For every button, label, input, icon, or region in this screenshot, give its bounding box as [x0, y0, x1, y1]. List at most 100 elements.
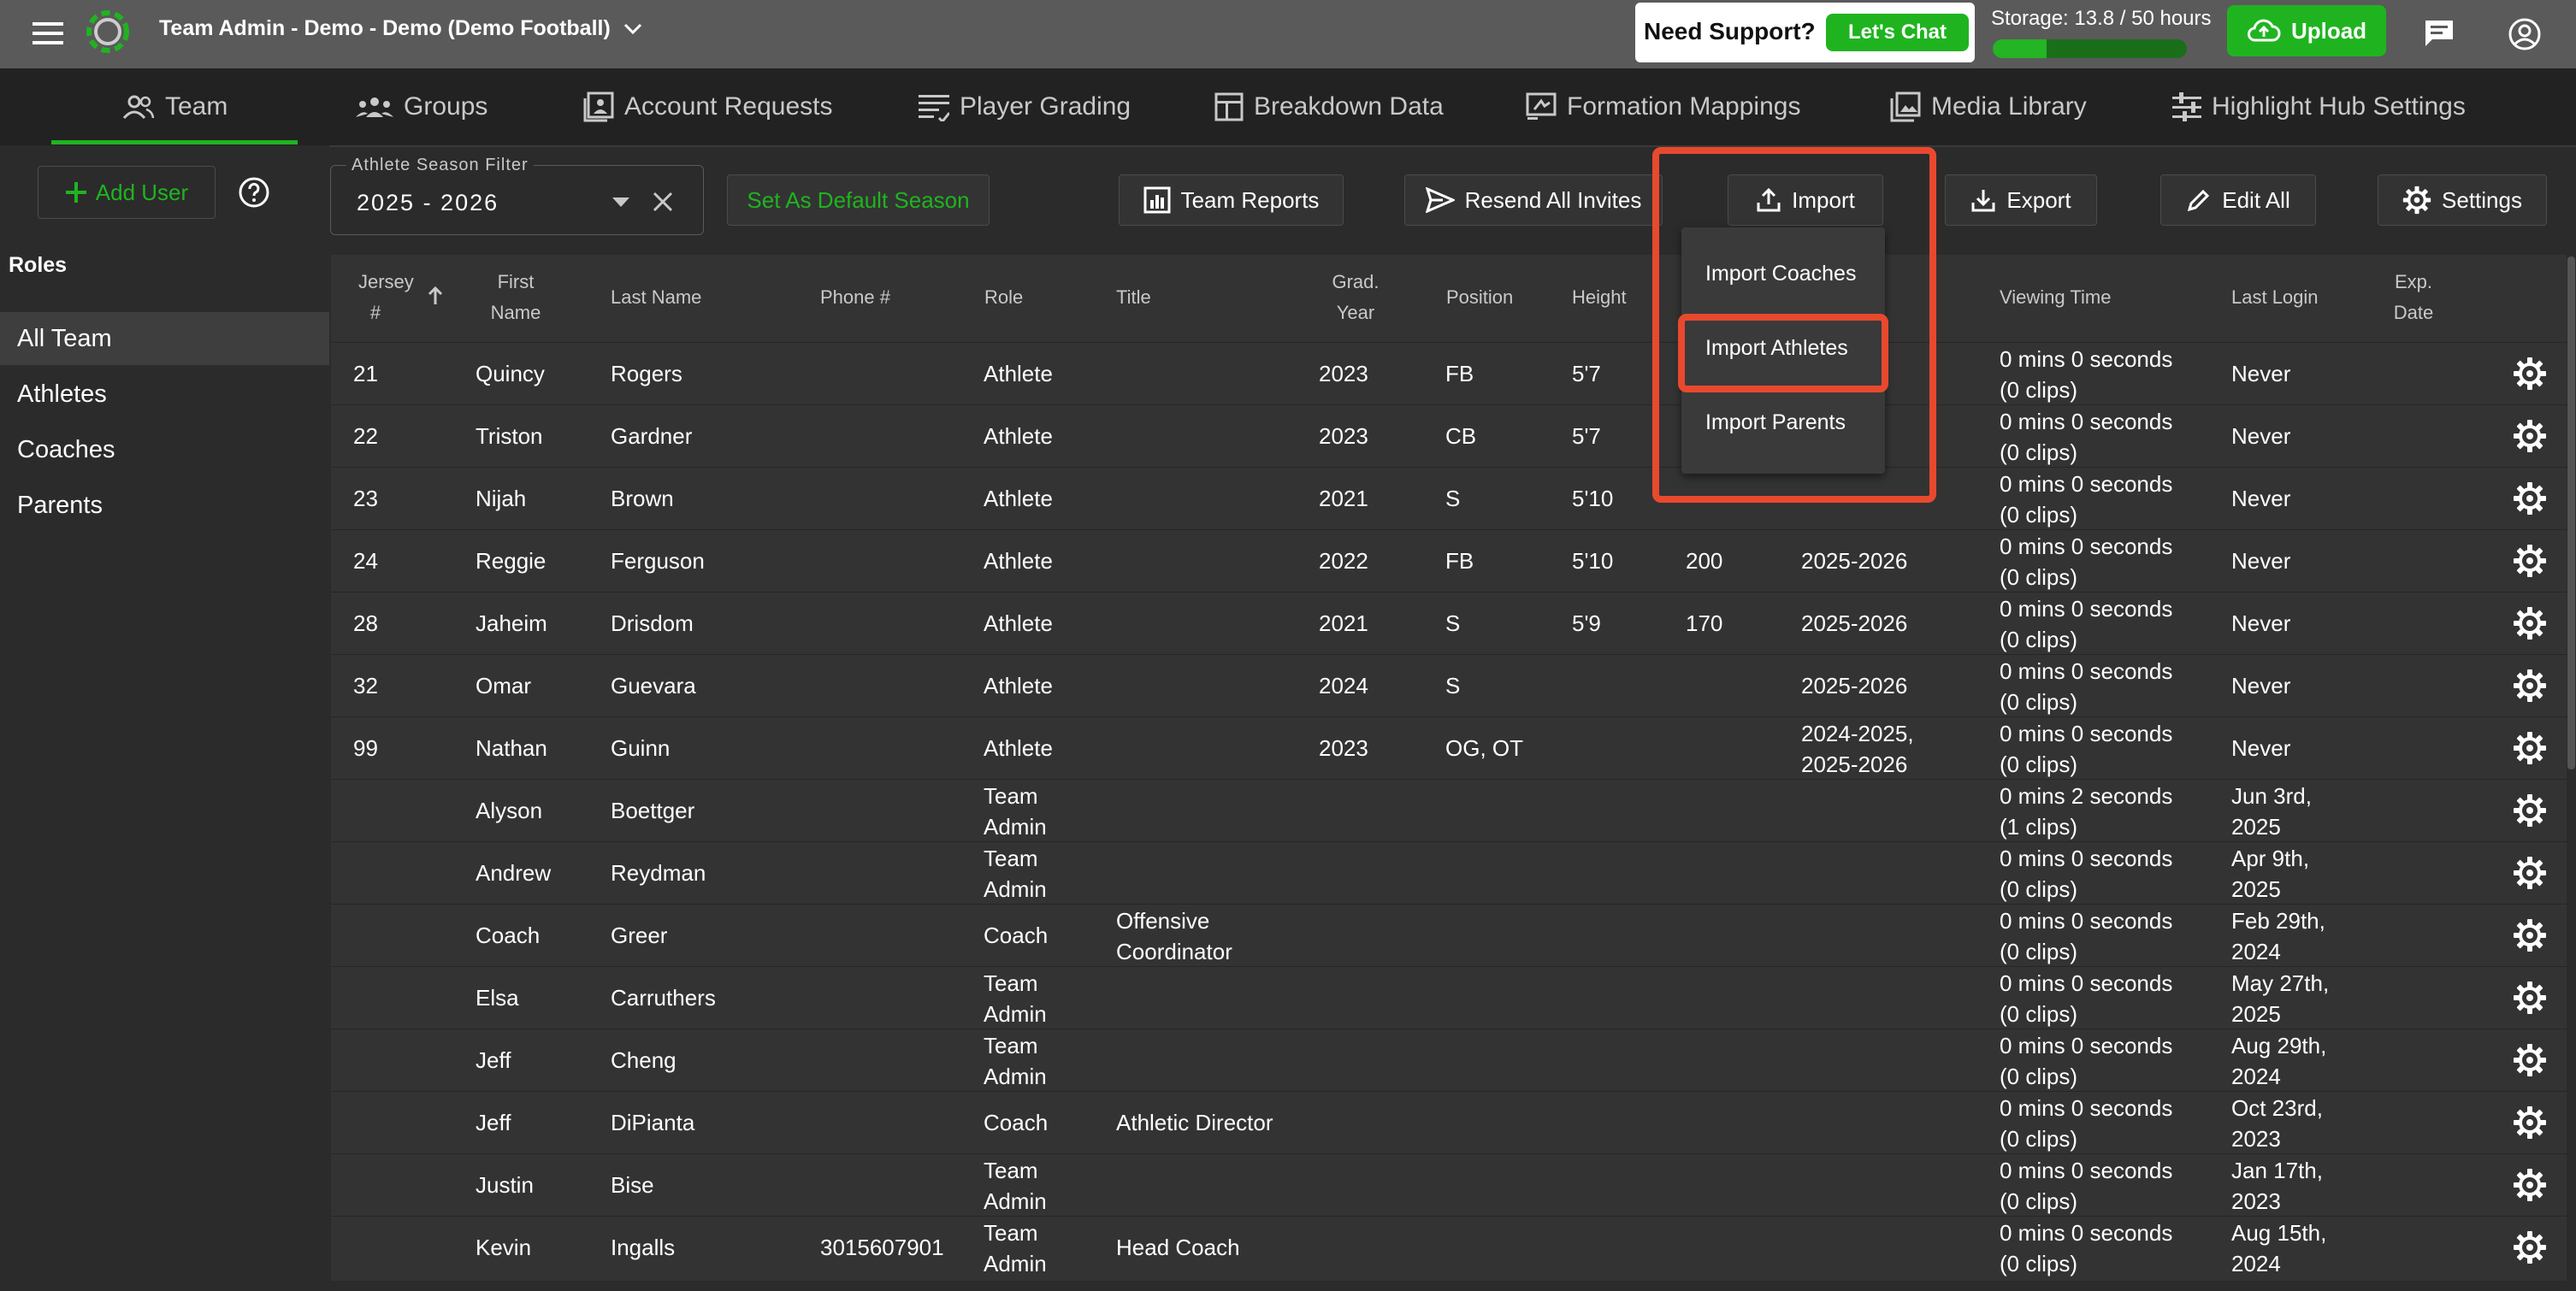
tab-team[interactable]: Team: [122, 68, 227, 145]
table-row[interactable]: 22TristonGardnerAthlete2023CB5'7260 mins…: [331, 404, 2567, 468]
table-row[interactable]: 21QuincyRogersAthlete2023FB5'7260 mins 0…: [331, 342, 2567, 405]
pencil-icon: [2188, 189, 2210, 212]
cell-login: Apr 9th, 2025: [2231, 846, 2310, 902]
cell-last: Guevara: [611, 673, 696, 699]
col-last-login[interactable]: Last Login: [2231, 282, 2319, 313]
row-settings-gear-icon[interactable]: [2513, 544, 2547, 578]
row-settings-gear-icon[interactable]: [2513, 357, 2547, 391]
sidebar-item-parents[interactable]: Parents: [0, 479, 329, 532]
cell-login: Oct 23rd, 2023: [2231, 1095, 2323, 1152]
sidebar-item-coaches[interactable]: Coaches: [0, 423, 329, 476]
table-row[interactable]: Coach Greer Coach Offensive Coordinator 0 min…: [331, 904, 2567, 967]
chat-icon[interactable]: [2424, 19, 2455, 48]
tab-player-grading[interactable]: Player Grading: [919, 68, 1131, 145]
scrollbar-thumb[interactable]: [2567, 256, 2575, 769]
upload-button[interactable]: Upload: [2227, 5, 2386, 56]
tab-breakdown-data[interactable]: Breakdown Data: [1214, 68, 1444, 145]
table-row[interactable]: Kevin Ingalls 3015607901 Team Admin Head Coac…: [331, 1216, 2567, 1279]
row-settings-gear-icon[interactable]: [2513, 419, 2547, 453]
caret-down-icon[interactable]: [612, 197, 630, 209]
cell-login: Never: [2231, 610, 2291, 636]
col-last-name[interactable]: Last Name: [611, 282, 701, 313]
set-default-season-button[interactable]: Set As Default Season: [727, 174, 990, 226]
row-settings-gear-icon[interactable]: [2513, 856, 2547, 890]
tab-account-requests[interactable]: Account Requests: [583, 68, 832, 145]
cell-login: Jun 3rd, 2025: [2231, 783, 2312, 840]
cell-login: Feb 29th, 2024: [2231, 908, 2325, 964]
row-settings-gear-icon[interactable]: [2513, 1105, 2547, 1140]
table-row[interactable]: Jeff Cheng Team Admin 0 mins 0 seconds (0 cli…: [331, 1029, 2567, 1092]
table-row[interactable]: 32 Omar Guevara Athlete 2024 S 2025-2026 0 mins…: [331, 654, 2567, 717]
cell-last: Ferguson: [611, 548, 705, 574]
lets-chat-button[interactable]: Let's Chat: [1826, 14, 1969, 51]
cell-view: 0 mins 0 seconds (0 clips): [2000, 846, 2173, 902]
col-phone[interactable]: Phone #: [820, 282, 890, 313]
table-row[interactable]: 99 Nathan Guinn Athlete 2023 OG, OT 2024-2025,…: [331, 716, 2567, 780]
col-viewing-time[interactable]: Viewing Time: [2000, 282, 2111, 313]
row-settings-gear-icon[interactable]: [2513, 669, 2547, 703]
storage-label: Storage: 13.8 / 50 hours: [1991, 7, 2212, 30]
sort-ascending-icon[interactable]: [427, 286, 444, 306]
team-reports-button[interactable]: Team Reports: [1119, 174, 1344, 226]
col-position[interactable]: Position: [1446, 282, 1513, 313]
tab-highlight-hub-settings[interactable]: Highlight Hub Settings: [2172, 68, 2466, 145]
tab-groups[interactable]: Groups: [356, 68, 487, 145]
table-row[interactable]: 24 Reggie Ferguson Athlete 2022 FB 5'10 200 2025…: [331, 529, 2567, 592]
cell-position: S: [1445, 610, 1461, 636]
cell-first: Jeff: [476, 1047, 511, 1073]
row-settings-gear-icon[interactable]: [2513, 606, 2547, 640]
row-settings-gear-icon[interactable]: [2513, 1230, 2547, 1264]
cell-view: 0 mins 0 seconds (0 clips): [2000, 1158, 2173, 1214]
cell-view: 0 mins 0 seconds (0 clips): [2000, 721, 2173, 777]
table-row[interactable]: 28 Jaheim Drisdom Athlete 2021 S 5'9 170 2025-20…: [331, 592, 2567, 655]
col-grad-year[interactable]: Grad. Year: [1330, 267, 1381, 328]
col-role[interactable]: Role: [984, 282, 1023, 313]
table-row[interactable]: Elsa Carruthers Team Admin 0 mins 0 seconds(…: [331, 966, 2567, 1029]
cell-role: Athlete: [984, 673, 1053, 699]
row-settings-gear-icon[interactable]: [2513, 481, 2547, 516]
cell-view: 0 mins 0 seconds (0 clips): [2000, 346, 2173, 403]
row-settings-gear-icon[interactable]: [2513, 918, 2547, 952]
cell-first: Kevin: [476, 1235, 532, 1260]
account-avatar-icon[interactable]: [2508, 17, 2542, 51]
col-jersey[interactable]: Jersey #: [358, 267, 414, 328]
add-user-button[interactable]: Add User: [38, 166, 216, 219]
tab-media-library[interactable]: Media Library: [1890, 68, 2087, 145]
hamburger-menu-icon[interactable]: [32, 21, 63, 46]
col-first-name[interactable]: First Name: [490, 267, 541, 328]
table-row[interactable]: Jeff DiPianta Coach Athletic Director 0 mins…: [331, 1091, 2567, 1154]
clear-icon[interactable]: [653, 192, 673, 212]
col-title[interactable]: Title: [1116, 282, 1151, 313]
cell-season: 2024-2025, 2025-2026: [1801, 721, 1914, 777]
col-exp-date[interactable]: Exp. Date: [2388, 267, 2439, 328]
row-settings-gear-icon[interactable]: [2513, 981, 2547, 1015]
settings-button[interactable]: Settings: [2378, 174, 2547, 226]
team-icon: [122, 95, 155, 120]
season-filter[interactable]: Athlete Season Filter 2025 - 2026: [330, 156, 704, 235]
storage-progress-bar: [1993, 39, 2187, 58]
season-filter-value: 2025 - 2026: [357, 190, 499, 215]
table-row[interactable]: Andrew Reydman Team Admin 0 mins 0 seconds (0…: [331, 841, 2567, 905]
table-row[interactable]: 23 Nijah Brown Athlete 2021 S 5'10 0 mins 0 sec…: [331, 467, 2567, 530]
sidebar-item-athletes[interactable]: Athletes: [0, 368, 329, 421]
row-settings-gear-icon[interactable]: [2513, 1168, 2547, 1202]
row-settings-gear-icon[interactable]: [2513, 731, 2547, 765]
team-title[interactable]: Team Admin - Demo - Demo (Demo Football): [159, 16, 642, 41]
cell-login: Never: [2231, 423, 2291, 449]
tab-formation-mappings[interactable]: Formation Mappings: [1526, 68, 1800, 145]
cell-season: 2025-2026: [1801, 673, 1908, 699]
resend-invites-button[interactable]: Resend All Invites: [1404, 174, 1663, 226]
cell-first: Quincy: [476, 361, 545, 386]
row-settings-gear-icon[interactable]: [2513, 793, 2547, 828]
export-button[interactable]: Export: [1945, 174, 2097, 226]
edit-all-button[interactable]: Edit All: [2160, 174, 2316, 226]
table-row[interactable]: Justin Bise Team Admin 0 mins 0 seconds (0 cl…: [331, 1153, 2567, 1217]
cell-height: 5'9: [1572, 610, 1601, 636]
row-settings-gear-icon[interactable]: [2513, 1043, 2547, 1077]
col-height[interactable]: Height: [1572, 282, 1627, 313]
app-logo-icon[interactable]: [84, 8, 132, 56]
table-row[interactable]: Alyson Boettger Team Admin 0 mins 2 seconds(…: [331, 779, 2567, 842]
help-icon[interactable]: [238, 176, 270, 209]
top-bar: Team Admin - Demo - Demo (Demo Football)…: [0, 0, 2576, 68]
sidebar-item-all-team[interactable]: All Team: [0, 312, 329, 365]
